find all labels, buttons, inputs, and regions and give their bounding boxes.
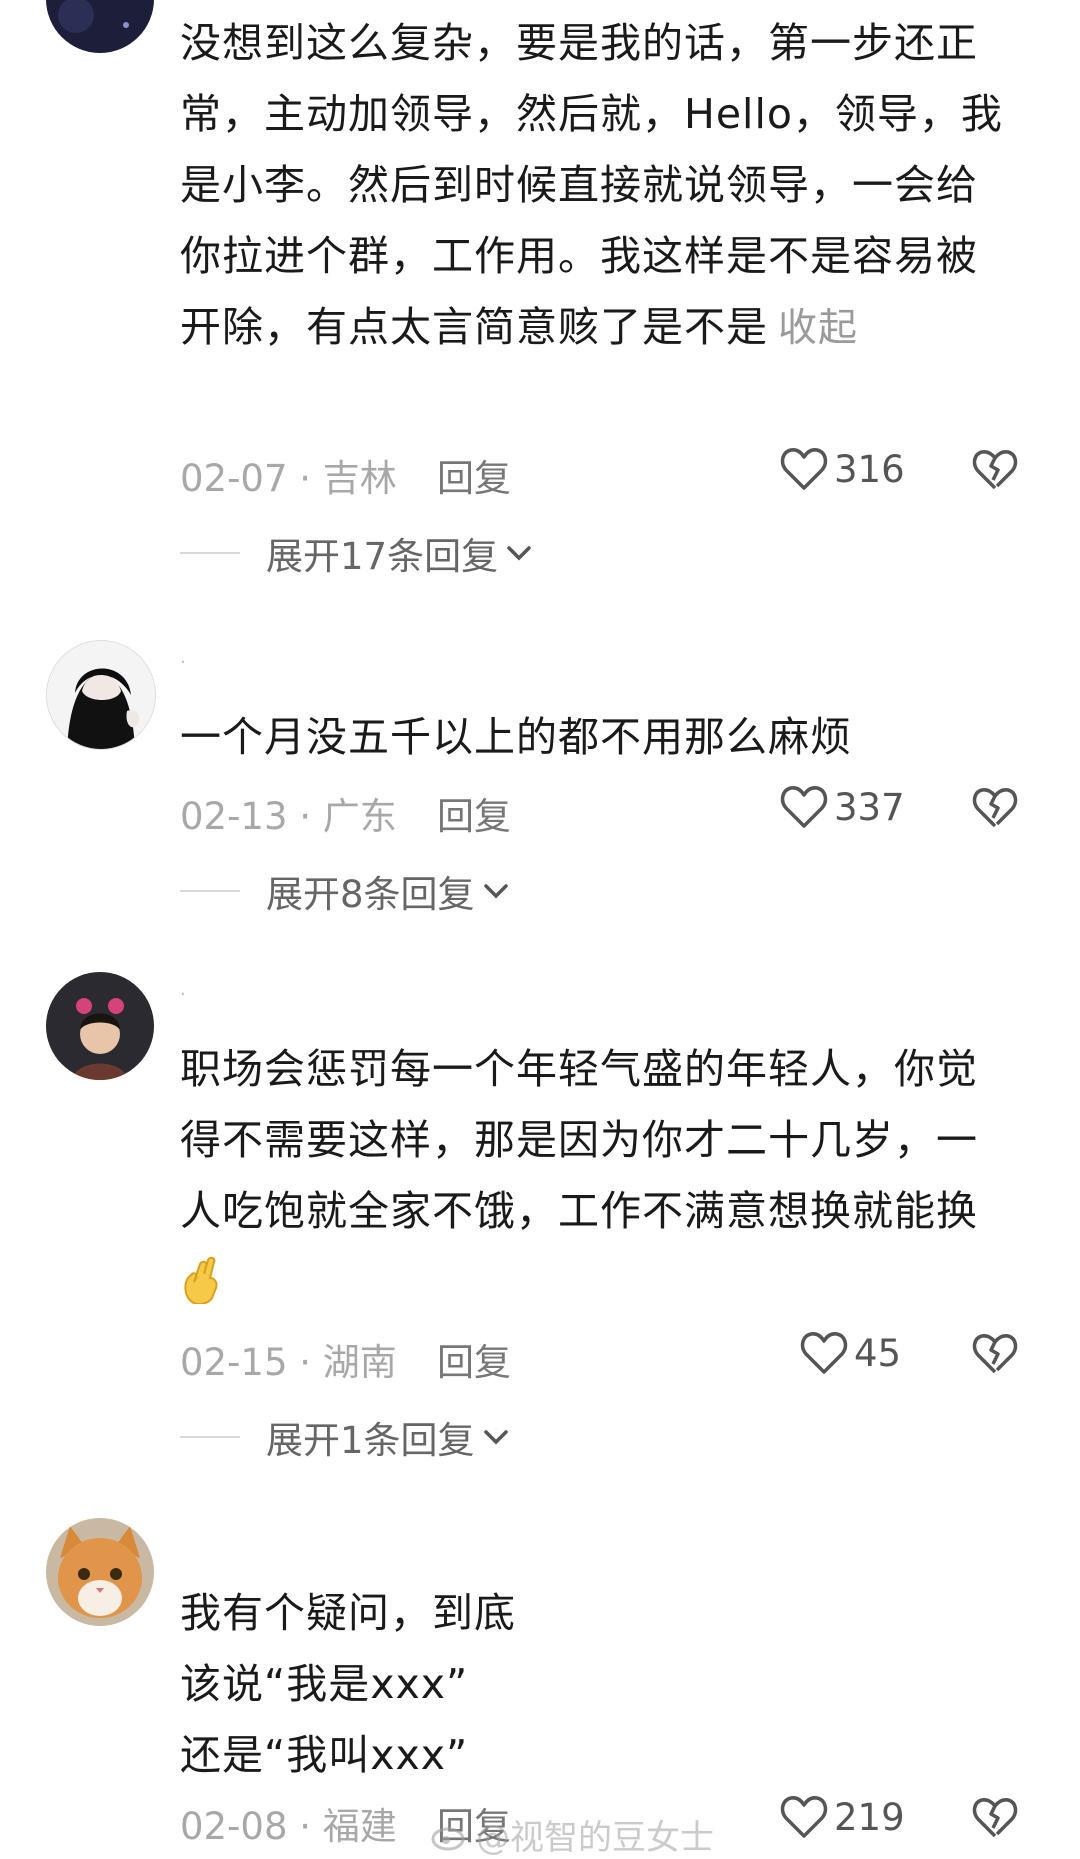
dislike-button[interactable] <box>972 786 1018 834</box>
chevron-down-icon <box>507 546 531 561</box>
heart-icon <box>780 1796 828 1838</box>
comment-body: 一个月没五千以上的都不用那么麻烦 <box>180 713 852 761</box>
chevron-down-icon <box>483 1430 508 1445</box>
expand-replies[interactable]: 展开17条回复 <box>180 528 534 578</box>
comment-line: 还是“我叫xxx” <box>180 1731 469 1779</box>
crossed-fingers-emoji <box>180 1255 224 1306</box>
expand-replies-label: 展开17条回复 <box>266 535 499 578</box>
dislike-button[interactable] <box>972 1796 1018 1844</box>
avatar[interactable] <box>46 1518 154 1626</box>
comment-text: 我有个疑问，到底 该说“我是xxx” 还是“我叫xxx” <box>180 1578 1010 1791</box>
dislike-button[interactable] <box>972 448 1018 496</box>
heart-icon <box>800 1332 848 1374</box>
chevron-down-icon <box>483 884 508 899</box>
date-location: 02-13 · 广东 <box>180 795 397 838</box>
broken-heart-icon <box>972 1798 1018 1838</box>
like-button[interactable]: 316 <box>780 446 905 492</box>
date-location: 02-15 · 湖南 <box>180 1341 397 1384</box>
comment-text: 职场会惩罚每一个年轻气盛的年轻人，你觉得不需要这样，那是因为你才二十几岁，一人吃… <box>180 1034 1010 1318</box>
comment-line: 我有个疑问，到底 <box>180 1589 516 1637</box>
like-count: 219 <box>834 1795 905 1839</box>
like-count: 316 <box>834 447 905 491</box>
broken-heart-icon <box>972 450 1018 490</box>
comment-body: 职场会惩罚每一个年轻气盛的年轻人，你觉得不需要这样，那是因为你才二十几岁，一人吃… <box>180 1045 978 1235</box>
broken-heart-icon <box>972 788 1018 828</box>
expand-replies-label: 展开8条回复 <box>266 873 475 916</box>
watermark-text: @视智的豆女士 <box>476 1818 714 1858</box>
username-placeholder: · <box>180 652 186 673</box>
like-count: 45 <box>854 1331 902 1375</box>
expand-replies-label: 展开1条回复 <box>266 1419 475 1462</box>
comment-meta: 02-15 · 湖南 回复 45 <box>180 1326 1040 1386</box>
broken-heart-icon <box>972 1334 1018 1374</box>
avatar[interactable] <box>46 640 156 750</box>
heart-icon <box>780 448 828 490</box>
like-count: 337 <box>834 785 905 829</box>
reply-button[interactable]: 回复 <box>437 1332 511 1386</box>
like-button[interactable]: 337 <box>780 784 905 830</box>
comment-meta: 02-13 · 广东 回复 337 <box>180 780 1040 840</box>
comment-text: 没想到这么复杂，要是我的话，第一步还正常，主动加领导，然后就，Hello，领导，… <box>180 8 1010 364</box>
avatar[interactable] <box>46 0 154 53</box>
comment-text: 一个月没五千以上的都不用那么麻烦 <box>180 702 1010 773</box>
username-placeholder: · <box>180 984 186 1005</box>
reply-button[interactable]: 回复 <box>437 448 511 502</box>
heart-icon <box>780 786 828 828</box>
expand-replies[interactable]: 展开1条回复 <box>180 1412 511 1462</box>
comment-line: 该说“我是xxx” <box>180 1660 469 1708</box>
like-button[interactable]: 45 <box>800 1330 901 1376</box>
avatar[interactable] <box>46 972 154 1080</box>
collapse-link[interactable]: 收起 <box>778 306 858 351</box>
comment-body: 没想到这么复杂，要是我的话，第一步还正常，主动加领导，然后就，Hello，领导，… <box>180 19 1003 351</box>
reply-button[interactable]: 回复 <box>437 786 511 840</box>
weibo-logo-icon <box>431 1827 465 1850</box>
divider <box>180 890 240 892</box>
date-location: 02-08 · 福建 <box>180 1805 397 1848</box>
expand-replies[interactable]: 展开8条回复 <box>180 866 511 916</box>
date-location: 02-07 · 吉林 <box>180 457 397 500</box>
divider <box>180 552 240 554</box>
divider <box>180 1436 240 1438</box>
comment-meta: 02-07 · 吉林 回复 316 <box>180 442 1040 502</box>
like-button[interactable]: 219 <box>780 1794 905 1840</box>
dislike-button[interactable] <box>972 1332 1018 1380</box>
watermark: @视智的豆女士 <box>430 1810 714 1859</box>
